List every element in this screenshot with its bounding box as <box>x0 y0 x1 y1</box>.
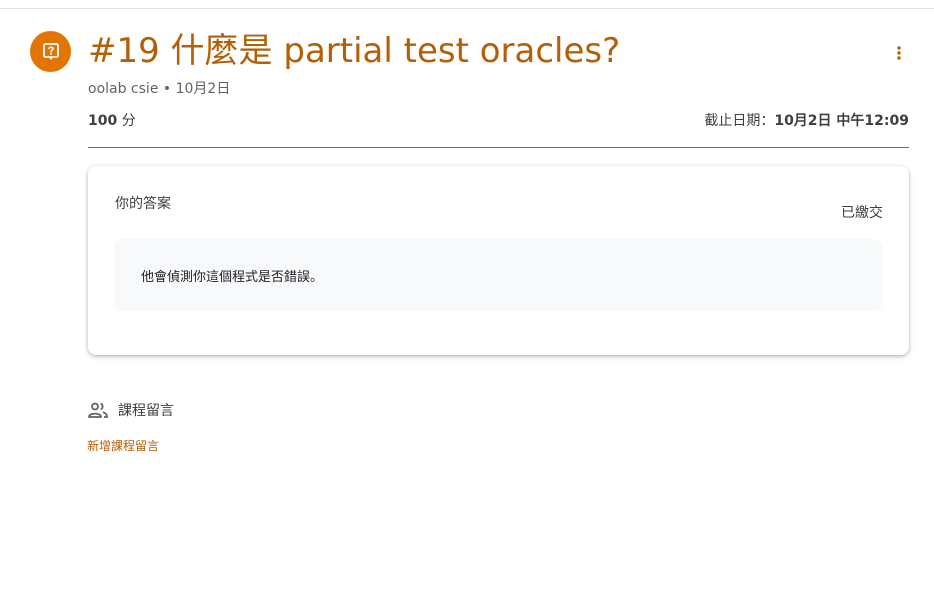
points-value: 100 <box>88 113 118 129</box>
your-answer-card: 你的答案 已繳交 他會偵測你這個程式是否錯誤。 <box>88 166 909 355</box>
class-comments-header: 課程留言 <box>88 400 174 420</box>
author-name: oolab csie <box>88 81 159 97</box>
more-vert-icon <box>897 46 901 60</box>
answer-box: 他會偵測你這個程式是否錯誤。 <box>114 239 882 311</box>
submission-status: 已繳交 <box>841 205 883 221</box>
answer-text: 他會偵測你這個程式是否錯誤。 <box>141 270 324 285</box>
card-title: 你的答案 <box>115 196 171 212</box>
top-divider <box>0 8 934 9</box>
due-label: 截止日期： <box>704 113 775 129</box>
points: 100 分 <box>88 110 136 130</box>
posted-date: 10月2日 <box>175 81 231 97</box>
points-unit: 分 <box>121 113 136 129</box>
assignment-title: #19 什麼是 partial test oracles? <box>88 31 621 71</box>
more-options-button[interactable] <box>886 40 912 66</box>
due-date: 截止日期：10月2日 中午12:09 <box>704 110 909 130</box>
header-divider <box>88 147 909 148</box>
due-value: 10月2日 中午12:09 <box>774 113 909 129</box>
assignment-question-icon <box>30 31 71 72</box>
add-class-comment-link[interactable]: 新增課程留言 <box>87 437 159 454</box>
meta-separator: • <box>162 81 172 97</box>
people-icon <box>88 402 108 418</box>
assignment-meta: oolab csie • 10月2日 <box>88 78 230 98</box>
class-comments-label: 課程留言 <box>118 403 174 419</box>
